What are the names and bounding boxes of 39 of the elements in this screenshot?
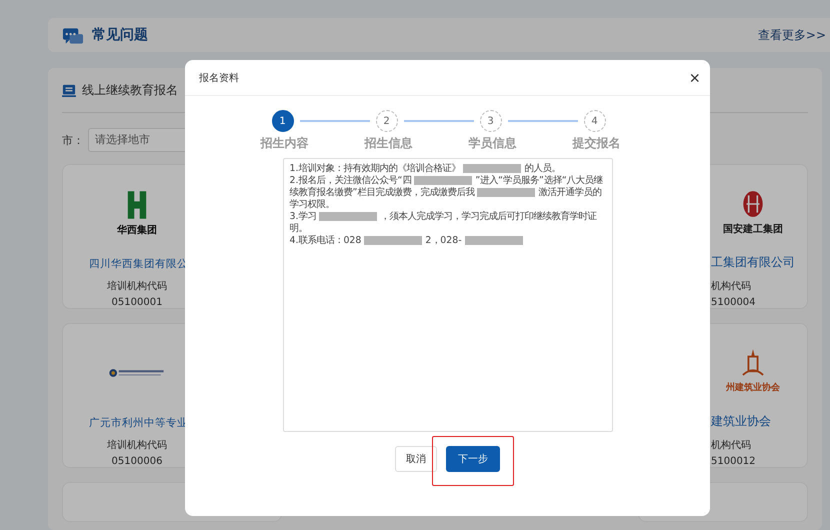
h-logo-icon [126, 191, 148, 219]
paragraph: 2.报名后，关注微信公众号“四 ”进入“学员服务”选择“八大员继续教育报名缴费”栏目完成缴费，完成缴费后我 激活开通学员的学习权限。 [290, 175, 604, 210]
organization-code: 5100012 [711, 456, 756, 467]
city-label: 市： [62, 132, 84, 148]
school-logo-icon [109, 367, 165, 379]
next-button[interactable]: 下一步 [446, 446, 500, 472]
step-label: 招生信息 [364, 135, 412, 152]
step-number[interactable]: 1 [272, 110, 294, 132]
code-label: 机构代码 [711, 438, 751, 452]
paragraph: 3.学习 ，须本人完成学习，学习完成后可打印继续教育学时证明。 [290, 211, 598, 235]
organization-name: 工集团有限公司 [711, 254, 795, 271]
tower-logo-icon [742, 349, 764, 377]
paragraph: 4.联系电话：028 2，028- [290, 235, 606, 247]
step-label: 提交报名 [572, 135, 620, 152]
step-number[interactable]: 4 [584, 110, 606, 132]
logo-caption: 州建筑业协会 [726, 381, 780, 394]
step-number[interactable]: 3 [480, 110, 502, 132]
organization-code: 5100004 [711, 297, 756, 308]
chat-bubbles-icon [62, 26, 84, 44]
organization-code: 05100006 [112, 456, 162, 467]
monitor-icon [62, 84, 76, 96]
dialog-title: 报名资料 [199, 72, 239, 84]
close-button[interactable]: × [689, 68, 700, 86]
section-title: 线上继续教育报名 [82, 82, 178, 98]
logo-caption: 国安建工集团 [723, 222, 783, 236]
view-more-link[interactable]: 查看更多>> [758, 26, 826, 44]
step-number[interactable]: 2 [376, 110, 398, 132]
logo-caption: 华西集团 [117, 224, 157, 237]
organization-code: 05100001 [112, 297, 162, 308]
section-title: 常见问题 [92, 26, 148, 44]
organization-name: 建筑业协会 [711, 413, 771, 430]
code-label: 培训机构代码 [107, 280, 167, 293]
seal-logo-icon [742, 190, 764, 218]
step-label: 招生内容 [260, 135, 308, 152]
text-area[interactable]: 1.培训对象：持有效期内的《培训合格证》 的人员。 2.报名后，关注微信公众号“四 ”进入“学员服务”选择“八大员继续教育报名缴费”栏目完成缴费，完成缴费后我 激活开通学员的学习权限。 3.学习 ，须本人完成学习，学习完成后可打印继续教育学时证明。 4.联系电话：028 2，028- [282, 158, 612, 432]
paragraph: 1.培训对象：持有效期内的《培训合格证》 的人员。 [290, 163, 562, 175]
step-label: 学员信息 [468, 135, 516, 152]
code-label: 机构代码 [711, 280, 751, 293]
code-label: 培训机构代码 [107, 438, 167, 452]
